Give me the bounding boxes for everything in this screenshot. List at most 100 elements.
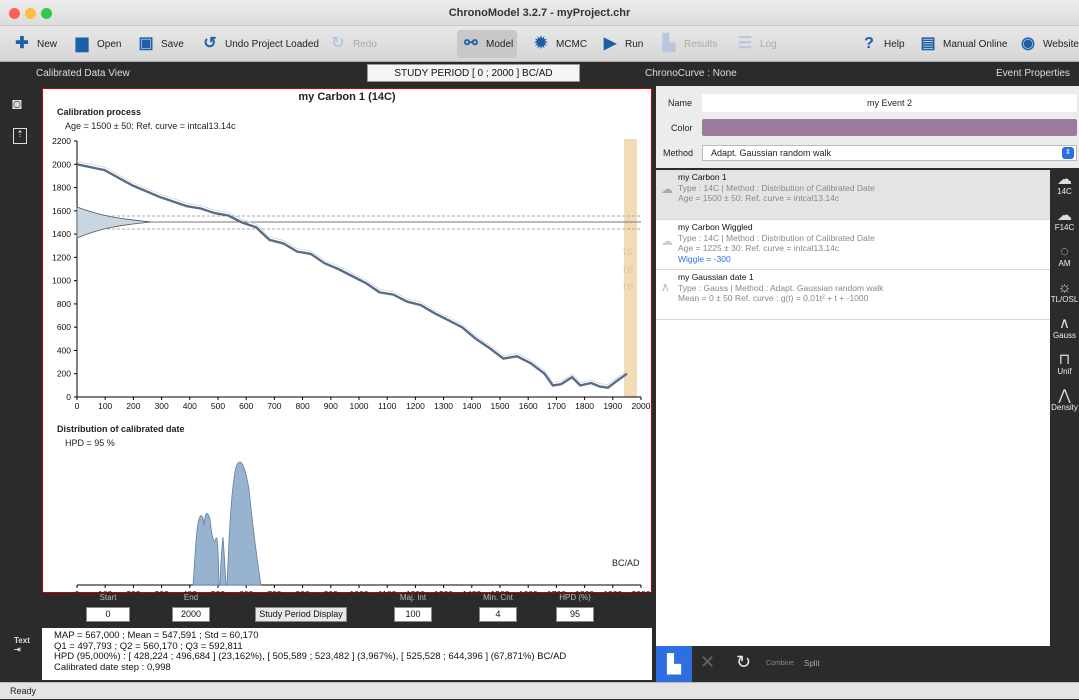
help-label: Help — [884, 38, 905, 50]
y-tick-label: 1600 — [52, 206, 71, 216]
run-button[interactable]: ▶ Run — [596, 30, 647, 58]
start-input[interactable]: 0 — [86, 607, 130, 622]
left-toolbar: ◙ ⇡ — [8, 92, 38, 652]
date-item-carbon-1[interactable]: ☁ my Carbon 1 Type : 14C | Method : Dist… — [656, 170, 1050, 220]
study-period-display: STUDY PERIOD [ 0 ; 2000 ] BC/AD — [367, 64, 580, 82]
x-tick-label: 1100 — [378, 401, 397, 411]
x-tick-label: 300 — [155, 401, 169, 411]
end-input[interactable]: 2000 — [172, 607, 210, 622]
results-label: Results — [684, 38, 718, 50]
website-button[interactable]: ◉ Website — [1014, 30, 1079, 58]
min-cnt-input[interactable]: 4 — [479, 607, 517, 622]
redo-label: Redo — [353, 38, 377, 50]
website-label: Website — [1043, 38, 1079, 50]
x-tick-label: 1600 — [519, 401, 538, 411]
title-bar: ChronoModel 3.2.7 - myProject.chr — [0, 0, 1079, 26]
list-icon: ☰ — [737, 35, 753, 52]
plus-icon: ✚ — [15, 35, 29, 52]
x-tick-label: 100 — [98, 401, 112, 411]
close-icon: ✕ — [700, 652, 716, 672]
method-label: Method — [663, 148, 694, 158]
combine-button[interactable]: Combine — [766, 660, 794, 667]
globe-icon: ◉ — [1021, 35, 1035, 52]
date-type: Type : Gauss | Method : Adapt. Gaussian … — [678, 282, 884, 293]
new-button[interactable]: ✚ New — [8, 30, 61, 58]
y-tick-label: 1000 — [52, 276, 71, 286]
gauss-icon: ∧ — [661, 280, 670, 294]
mcmc-label: MCMC — [556, 38, 588, 50]
distribution-label: Distribution of calibrated date — [57, 424, 185, 434]
log-label: Log — [760, 38, 777, 50]
y-tick-label: 2000 — [52, 159, 71, 169]
x-tick-label: 600 — [239, 401, 253, 411]
add-14c-button[interactable]: ☁ 14C — [1050, 172, 1079, 196]
open-button[interactable]: ▆ Open — [68, 30, 125, 58]
color-picker[interactable] — [702, 119, 1077, 136]
manual-online-button[interactable]: ▤ Manual Online — [914, 30, 1011, 58]
redo-button[interactable]: ↻ Redo — [324, 30, 381, 58]
text-results-icon[interactable]: Text ⇥ — [14, 636, 30, 654]
add-gauss-button[interactable]: ∧ Gauss — [1050, 316, 1079, 340]
split-button[interactable]: Split — [804, 659, 820, 668]
method-select[interactable]: Adapt. Gaussian random walk ⇕ — [702, 145, 1077, 161]
save-button[interactable]: ▣ Save — [132, 30, 188, 58]
calibration-view-button[interactable]: ▙ — [656, 646, 692, 682]
name-label: Name — [668, 98, 693, 108]
results-text: MAP = 567,000 ; Mean = 547,591 ; Std = 6… — [42, 628, 652, 680]
date-item-carbon-wiggled[interactable]: ☁ my Carbon Wiggled Type : 14C | Method … — [656, 220, 1050, 270]
manual-label: Manual Online — [943, 38, 1008, 50]
toolbar: ✚ New ▆ Open ▣ Save ↺ Undo Project Loaded ↻ R… — [0, 26, 1079, 62]
x-tick-label: 500 — [211, 401, 225, 411]
results-line-3: HPD (95,000%) : [ 428,224 ; 496,684 ] (2… — [54, 651, 567, 662]
add-f14c-button[interactable]: ☁ F14C — [1050, 208, 1079, 232]
study-period-display-button[interactable]: Study Period Display — [255, 607, 347, 622]
display-params: Start 0 End 2000 Study Period Display Ma… — [42, 593, 652, 628]
add-density-button[interactable]: ⋀ Density — [1050, 388, 1079, 412]
name-input[interactable]: my Event 2 — [702, 94, 1077, 112]
calibration-charts: 2200200018001600140012001000800600400200… — [52, 136, 651, 594]
mcmc-button[interactable]: ✹ MCMC — [527, 30, 591, 58]
gear-icon: ✹ — [534, 35, 548, 52]
undo-button[interactable]: ↺ Undo Project Loaded — [196, 30, 323, 58]
f14c-label: F14C — [1054, 223, 1075, 232]
help-button[interactable]: ? Help — [855, 30, 909, 58]
view-header-bar: Calibrated Data View STUDY PERIOD [ 0 ; … — [0, 62, 1079, 84]
event-properties-label: Event Properties — [996, 68, 1070, 79]
gauss-icon: ∧ — [1059, 315, 1070, 332]
new-label: New — [37, 38, 58, 50]
results-button[interactable]: ▙ Results — [655, 30, 721, 58]
model-label: Model — [486, 38, 514, 50]
export-data-icon[interactable]: ⇡ — [13, 128, 27, 144]
carbon-icon: ☁ — [661, 182, 673, 196]
reference-curve — [76, 163, 628, 389]
am-label: AM — [1058, 259, 1071, 268]
x-tick-label: 1300 — [434, 401, 453, 411]
date-age: Mean = 0 ± 50 Ref. curve : g(t) = 0,01t²… — [678, 293, 869, 303]
camera-icon[interactable]: ◙ — [12, 96, 22, 114]
folder-icon: ▆ — [75, 35, 89, 52]
date-name: my Carbon Wiggled — [678, 222, 753, 232]
maj-int-input[interactable]: 100 — [394, 607, 432, 622]
model-button[interactable]: ⚯ Model — [457, 30, 518, 58]
add-tlosl-button[interactable]: ☼ TL/OSL — [1050, 280, 1079, 304]
date-age: Age = 1225 ± 30: Ref. curve = intcal13.1… — [678, 243, 840, 253]
date-type-toolbar: ☁ 14C ☁ F14C ◌ AM ☼ TL/OSL ∧ Gauss ⊓ Unif ⋀ Den… — [1050, 170, 1079, 646]
delete-button[interactable]: ✕ — [700, 652, 715, 673]
add-unif-button[interactable]: ⊓ Unif — [1050, 352, 1079, 376]
f14c-icon: ☁ — [1057, 207, 1072, 224]
x-tick-label: 1700 — [547, 401, 566, 411]
add-am-button[interactable]: ◌ AM — [1050, 244, 1079, 268]
color-label: Color — [671, 123, 693, 133]
date-item-gaussian-1[interactable]: ∧ my Gaussian date 1 Type : Gauss | Meth… — [656, 270, 1050, 320]
window-title: ChronoModel 3.2.7 - myProject.chr — [448, 7, 631, 19]
x-tick-label: 700 — [267, 401, 281, 411]
recycle-button[interactable]: ↻ — [736, 652, 751, 673]
x-tick-label: 1800 — [575, 401, 594, 411]
log-button[interactable]: ☰ Log — [731, 30, 781, 58]
x-tick-label: 200 — [126, 401, 140, 411]
calibration-panel: my Carbon 1 (14C) Calibration process Ag… — [42, 88, 652, 594]
min-cnt-label: Min. Cnt — [483, 593, 513, 602]
x-tick-label: 0 — [75, 401, 80, 411]
x-tick-label: 800 — [296, 401, 310, 411]
hpd-input[interactable]: 95 — [556, 607, 594, 622]
